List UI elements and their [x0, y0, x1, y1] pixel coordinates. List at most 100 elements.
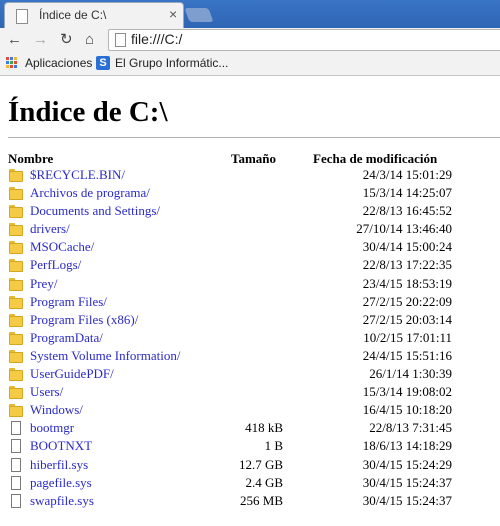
entry-date: 26/1/14 1:30:39 — [369, 366, 452, 382]
entry-name-link[interactable]: Archivos de programa/ — [30, 185, 150, 201]
entry-size: 12.7 GB — [238, 456, 283, 472]
table-row: System Volume Information/24/4/15 15:51:… — [0, 347, 500, 365]
table-row: hiberfil.sys 12.7 GB 30/4/15 15:24:29 — [0, 456, 500, 474]
folder-icon — [9, 277, 23, 291]
folder-icon — [9, 368, 23, 382]
folder-icon — [9, 241, 23, 255]
entry-date: 27/2/15 20:22:09 — [362, 293, 452, 309]
entry-name-link[interactable]: bootmgr — [30, 420, 74, 436]
tab-strip: Índice de C:\ × — [0, 0, 500, 29]
entry-name-link[interactable]: drivers/ — [30, 221, 70, 237]
reload-icon[interactable]: ↻ — [60, 31, 73, 49]
table-row: Archivos de programa/15/3/14 14:25:07 — [0, 184, 500, 202]
home-icon[interactable]: ⌂ — [85, 31, 94, 49]
column-header-size[interactable]: Tamaño — [231, 151, 276, 167]
address-text[interactable]: file:///C:/ — [131, 31, 182, 47]
entry-date: 16/4/15 10:18:20 — [362, 402, 452, 418]
directory-listing-page: Índice de C:\ Nombre Tamaño Fecha de mod… — [0, 76, 500, 526]
folder-icon — [9, 169, 23, 182]
folder-icon — [9, 259, 23, 273]
column-header-name[interactable]: Nombre — [8, 151, 53, 167]
entry-name-link[interactable]: Prey/ — [30, 276, 57, 292]
table-row: $RECYCLE.BIN/24/3/14 15:01:29 — [0, 166, 500, 184]
table-row: Documents and Settings/22/8/13 16:45:52 — [0, 202, 500, 220]
divider — [8, 137, 500, 138]
forward-arrow-icon[interactable]: → — [33, 31, 48, 49]
entry-name-link[interactable]: pagefile.sys — [30, 475, 92, 491]
entry-date: 10/2/15 17:01:11 — [363, 329, 452, 345]
page-icon — [115, 33, 126, 47]
entry-size: 418 kB — [245, 420, 283, 436]
entry-name-link[interactable]: Program Files (x86)/ — [30, 312, 138, 328]
new-tab-button[interactable] — [184, 8, 214, 22]
entry-size: 2.4 GB — [245, 474, 283, 490]
entry-date: 27/10/14 13:46:40 — [356, 221, 452, 237]
folder-icon — [9, 349, 23, 363]
entry-name-link[interactable]: BOOTNXT — [30, 438, 92, 454]
folder-icon — [9, 223, 23, 237]
entry-date: 30/4/15 15:24:37 — [362, 474, 452, 490]
entry-name-link[interactable]: $RECYCLE.BIN/ — [30, 167, 125, 183]
entry-date: 15/3/14 14:25:07 — [362, 185, 452, 201]
entry-date: 18/6/13 14:18:29 — [362, 438, 452, 454]
column-header-date[interactable]: Fecha de modificación — [313, 151, 437, 167]
folder-icon — [9, 404, 23, 418]
entry-date: 27/2/15 20:03:14 — [362, 311, 452, 327]
table-row: MSOCache/30/4/14 15:00:24 — [0, 238, 500, 256]
apps-grid-icon[interactable] — [6, 57, 18, 69]
bookmark-apps[interactable]: Aplicaciones — [25, 56, 92, 70]
entry-date: 24/4/15 15:51:16 — [362, 347, 452, 363]
entry-date: 22/8/13 16:45:52 — [362, 203, 452, 219]
folder-icon — [9, 205, 23, 219]
entry-size: 1 B — [264, 438, 283, 454]
entry-name-link[interactable]: MSOCache/ — [30, 239, 94, 255]
folder-icon — [9, 313, 23, 327]
table-row: Prey/23/4/15 18:53:19 — [0, 275, 500, 293]
entry-date: 30/4/15 15:24:29 — [362, 456, 452, 472]
browser-tab[interactable]: Índice de C:\ × — [4, 2, 184, 29]
entry-date: 24/3/14 15:01:29 — [362, 167, 452, 182]
entry-name-link[interactable]: Documents and Settings/ — [30, 203, 160, 219]
entry-date: 30/4/15 15:24:37 — [362, 492, 452, 508]
table-row: Program Files (x86)/ 27/2/15 20:03:14 — [0, 311, 500, 329]
table-row: pagefile.sys 2.4 GB 30/4/15 15:24:37 — [0, 474, 500, 492]
site-favicon-icon: S — [96, 56, 110, 70]
entry-name-link[interactable]: UserGuidePDF/ — [30, 366, 114, 382]
folder-icon — [9, 295, 23, 309]
page-icon — [16, 9, 28, 24]
entry-name-link[interactable]: hiberfil.sys — [30, 457, 88, 473]
file-list: $RECYCLE.BIN/24/3/14 15:01:29 Archivos de… — [0, 166, 500, 510]
entry-name-link[interactable]: swapfile.sys — [30, 493, 94, 509]
folder-icon — [9, 331, 23, 345]
entry-size: 256 MB — [240, 492, 283, 508]
back-arrow-icon[interactable]: ← — [7, 31, 22, 49]
tab-title: Índice de C:\ — [39, 8, 107, 22]
table-row: Users/15/3/14 19:08:02 — [0, 383, 500, 401]
table-row: Program Files/27/2/15 20:22:09 — [0, 293, 500, 311]
toolbar: ← → ↻ ⌂ file:///C:/ — [0, 28, 500, 52]
table-row: drivers/27/10/14 13:46:40 — [0, 220, 500, 238]
entry-name-link[interactable]: ProgramData/ — [30, 330, 103, 346]
bookmarks-bar: Aplicaciones S El Grupo Informátic... — [0, 52, 500, 76]
entry-date: 22/8/13 17:22:35 — [362, 257, 452, 273]
file-icon — [9, 493, 22, 508]
entry-name-link[interactable]: Users/ — [30, 384, 63, 400]
entry-name-link[interactable]: PerfLogs/ — [30, 257, 81, 273]
entry-date: 22/8/13 7:31:45 — [369, 420, 452, 436]
file-icon — [9, 457, 22, 472]
entry-name-link[interactable]: System Volume Information/ — [30, 348, 180, 364]
table-row: ProgramData/10/2/15 17:01:11 — [0, 329, 500, 347]
file-icon — [9, 475, 22, 490]
address-bar[interactable]: file:///C:/ — [108, 29, 500, 51]
file-icon — [9, 439, 22, 454]
table-row: bootmgr 418 kB 22/8/13 7:31:45 — [0, 419, 500, 437]
close-tab-icon[interactable]: × — [169, 7, 177, 21]
entry-date: 15/3/14 19:08:02 — [362, 384, 452, 400]
file-icon — [9, 421, 22, 436]
entry-name-link[interactable]: Program Files/ — [30, 294, 107, 310]
entry-date: 23/4/15 18:53:19 — [362, 275, 452, 291]
table-row: Windows/16/4/15 10:18:20 — [0, 401, 500, 419]
entry-name-link[interactable]: Windows/ — [30, 402, 83, 418]
bookmark-grupo-informatico[interactable]: El Grupo Informátic... — [115, 56, 228, 70]
entry-date: 30/4/14 15:00:24 — [362, 239, 452, 255]
